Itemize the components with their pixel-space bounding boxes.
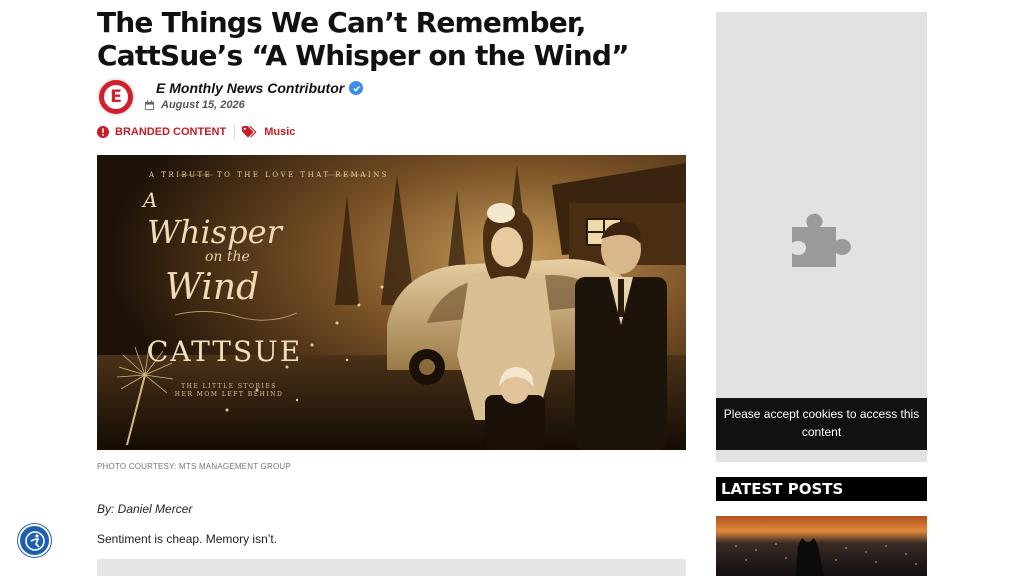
author-avatar[interactable]: E <box>97 78 135 116</box>
article-lede: Sentiment is cheap. Memory isn’t. <box>97 532 278 546</box>
latest-posts-heading: LATEST POSTS <box>716 477 927 501</box>
cookie-consent-notice[interactable]: Please accept cookies to access this con… <box>716 398 927 450</box>
hero-title-wind: Wind <box>165 267 259 308</box>
latest-post-thumbnail[interactable] <box>716 516 927 576</box>
article-title-line-2: CattSue’s “A Whisper on the Wind” <box>97 39 629 72</box>
photo-credit: PHOTO COURTESY: MTS MANAGEMENT GROUP <box>97 462 291 471</box>
publish-date: August 15, 2026 <box>161 99 245 111</box>
hero-title-a: A <box>141 188 157 212</box>
city-skyline-image <box>716 516 927 576</box>
hero-subtitle-line-1: THE LITTLE STORIES <box>181 383 277 390</box>
hero-artist-name: CATTSUE <box>147 335 302 368</box>
info-circle-icon <box>97 126 109 138</box>
verified-badge-icon <box>349 81 364 95</box>
hero-title-on-the: on the <box>205 249 250 265</box>
publish-date-row: August 15, 2026 <box>144 99 245 111</box>
avatar-letter: E <box>104 85 128 109</box>
article-title-line-1: The Things We Can’t Remember, <box>97 6 586 39</box>
tag-label-music[interactable]: Music <box>264 126 295 138</box>
hero-subtitle-line-2: HER MOM LEFT BEHIND <box>175 391 284 398</box>
tags-icon <box>242 126 257 138</box>
author-name-row[interactable]: E Monthly News Contributor <box>156 80 364 96</box>
accessibility-icon <box>24 530 45 551</box>
tag-music[interactable]: Music <box>242 126 295 138</box>
hero-title-whisper: Whisper <box>147 213 284 251</box>
article-tags: BRANDED CONTENT Music <box>97 124 295 140</box>
article-byline: By: Daniel Mercer <box>97 502 193 516</box>
article-title: The Things We Can’t Remember, CattSue’s … <box>97 6 697 72</box>
tag-label-branded-content[interactable]: BRANDED CONTENT <box>115 126 226 138</box>
hero-image: A TRIBUTE TO THE LOVE THAT REMAINS A Whi… <box>97 155 686 450</box>
sidebar-ad-placeholder: Please accept cookies to access this con… <box>716 12 927 462</box>
album-artwork: A TRIBUTE TO THE LOVE THAT REMAINS A Whi… <box>97 155 686 450</box>
calendar-icon <box>144 99 155 110</box>
puzzle-piece-icon <box>792 213 851 267</box>
author-name[interactable]: E Monthly News Contributor <box>156 80 344 96</box>
accessibility-button[interactable] <box>18 524 51 557</box>
tag-branded-content[interactable]: BRANDED CONTENT <box>97 126 226 138</box>
tag-divider <box>234 124 236 140</box>
embedded-content-placeholder <box>97 559 686 576</box>
